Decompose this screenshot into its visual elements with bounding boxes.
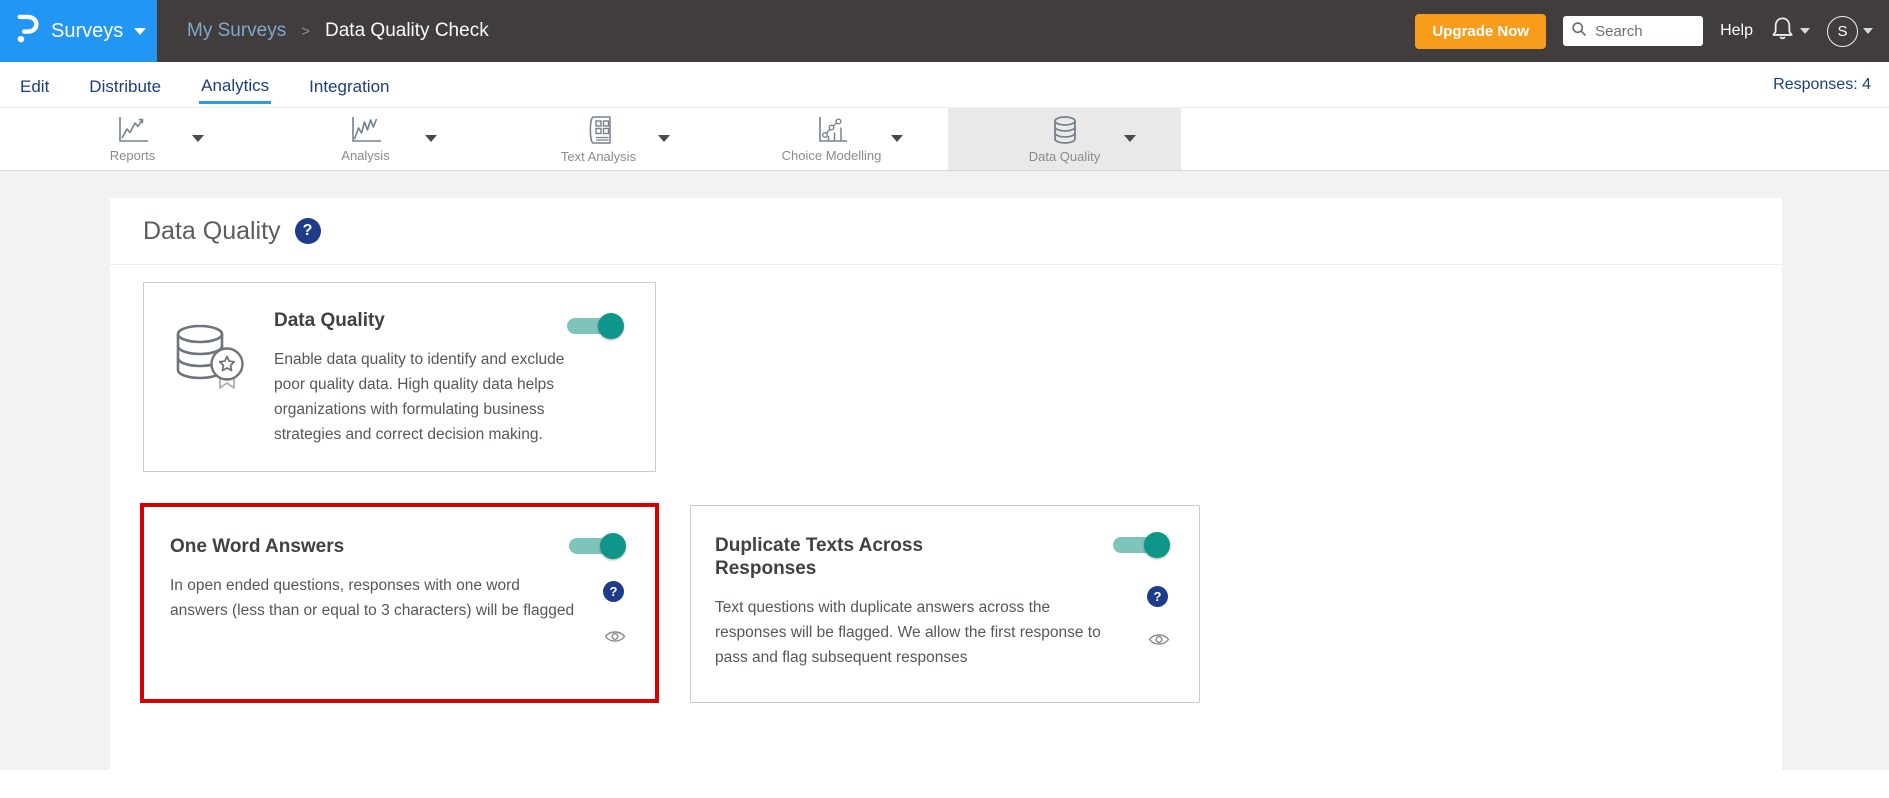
analytics-tabbar: Reports Analysis Text Analysis Choice Mo… (0, 107, 1889, 171)
dropdown-caret-icon[interactable] (658, 135, 670, 142)
tab-data-quality[interactable]: Data Quality (948, 108, 1181, 170)
responses-count[interactable]: Responses: 4 (1773, 76, 1871, 94)
page-content: Data Quality ? Data Quality Enable data … (0, 171, 1889, 798)
panel-header: Data Quality ? (110, 198, 1782, 265)
tab-analysis[interactable]: Analysis (249, 108, 482, 170)
tab-label: Text Analysis (560, 149, 637, 164)
database-badge-icon (162, 309, 258, 453)
dropdown-caret-icon[interactable] (891, 135, 903, 142)
top-header: Surveys My Surveys > Data Quality Check … (0, 0, 1889, 62)
card-duplicate-texts: Duplicate Texts Across Responses Text qu… (690, 505, 1200, 703)
header-actions: Upgrade Now Help S (1415, 13, 1889, 49)
help-icon[interactable]: ? (1147, 586, 1168, 607)
help-icon[interactable]: ? (294, 218, 321, 244)
tab-choice-modelling[interactable]: Choice Modelling (715, 108, 948, 170)
nav-item-analytics[interactable]: Analytics (199, 66, 272, 104)
card-title: One Word Answers (170, 536, 345, 557)
chevron-down-icon (1800, 28, 1810, 34)
preview-eye-icon[interactable] (604, 629, 626, 649)
help-link[interactable]: Help (1720, 22, 1753, 40)
nav-item-distribute[interactable]: Distribute (87, 67, 163, 102)
card-description: Enable data quality to identify and excl… (274, 351, 565, 443)
tab-label: Analysis (341, 148, 390, 163)
card-title: Duplicate Texts Across Responses (715, 535, 924, 579)
breadcrumb: My Surveys > Data Quality Check (187, 20, 489, 42)
search-input[interactable] (1593, 21, 1696, 41)
product-name: Surveys (51, 19, 124, 42)
user-avatar: S (1827, 15, 1858, 47)
nav-item-integration[interactable]: Integration (307, 67, 391, 102)
breadcrumb-current: Data Quality Check (325, 20, 489, 41)
tab-label: Choice Modelling (781, 148, 882, 163)
notifications-menu[interactable] (1770, 15, 1810, 47)
preview-eye-icon[interactable] (1148, 632, 1170, 652)
scatter-chart-icon (814, 115, 850, 145)
survey-nav: Edit Distribute Analytics Integration Re… (0, 62, 1889, 107)
line-chart-icon (115, 115, 151, 145)
card-description: Text questions with duplicate answers ac… (715, 599, 1101, 666)
nav-item-edit[interactable]: Edit (18, 67, 51, 102)
dropdown-caret-icon[interactable] (1124, 135, 1136, 142)
card-one-word-answers: One Word Answers In open ended questions… (140, 503, 659, 703)
tab-reports[interactable]: Reports (16, 108, 249, 170)
zigzag-chart-icon (348, 115, 384, 145)
dropdown-caret-icon[interactable] (425, 135, 437, 142)
card-description: In open ended questions, responses with … (170, 577, 575, 619)
database-icon (1048, 114, 1082, 146)
page-title: Data Quality (143, 216, 281, 245)
search-icon (1571, 21, 1587, 42)
card-data-quality: Data Quality Enable data quality to iden… (143, 282, 656, 472)
questionpro-logo-icon (13, 12, 40, 50)
dropdown-caret-icon[interactable] (192, 135, 204, 142)
breadcrumb-separator: > (301, 22, 311, 40)
data-quality-panel: Data Quality ? Data Quality Enable data … (110, 198, 1782, 798)
breadcrumb-my-surveys[interactable]: My Surveys (187, 20, 286, 42)
notifications-bell-icon (1770, 15, 1795, 47)
chevron-down-icon (134, 27, 147, 35)
tab-text-analysis[interactable]: Text Analysis (482, 108, 715, 170)
header-search (1563, 16, 1704, 46)
chevron-down-icon (1863, 28, 1873, 34)
report-document-icon (584, 114, 614, 146)
product-switcher[interactable]: Surveys (0, 0, 157, 62)
tab-label: Data Quality (1028, 149, 1101, 164)
tab-label: Reports (109, 148, 156, 163)
account-menu[interactable]: S (1827, 15, 1873, 47)
one-word-answers-toggle[interactable] (569, 533, 627, 559)
duplicate-texts-toggle[interactable] (1113, 532, 1171, 558)
upgrade-now-button[interactable]: Upgrade Now (1415, 13, 1547, 49)
data-quality-toggle[interactable] (567, 313, 625, 339)
help-icon[interactable]: ? (603, 581, 624, 602)
